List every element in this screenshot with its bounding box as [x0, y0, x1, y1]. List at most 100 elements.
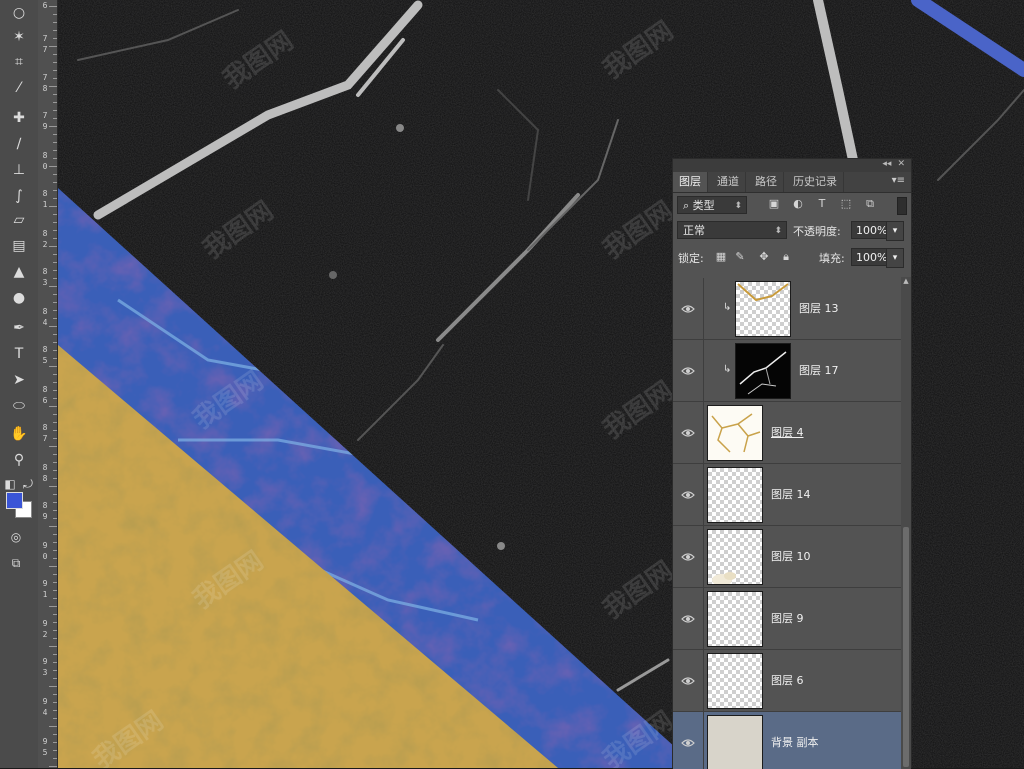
- ruler-tick: [53, 182, 57, 183]
- clone-stamp-tool-icon[interactable]: ⊥: [8, 160, 30, 180]
- visibility-eye-icon[interactable]: [673, 650, 704, 712]
- layer-row[interactable]: ↳ 图层 13: [673, 278, 901, 340]
- visibility-eye-icon[interactable]: [673, 340, 704, 402]
- layers-panel: ◂◂ ✕ 图层 通道 路径 历史记录 ▾≡ ⌕ 类型 ⬍ ▣ ◐ T ⬚ ⧉ 正常…: [672, 158, 912, 769]
- ruler-tick: [53, 462, 57, 463]
- layer-row[interactable]: 图层 14: [673, 464, 901, 526]
- visibility-eye-icon[interactable]: [673, 464, 704, 526]
- ruler-label: 9 1: [42, 579, 48, 599]
- lasso-tool-icon[interactable]: ○: [8, 3, 30, 23]
- foreground-color-swatch[interactable]: [6, 492, 23, 509]
- close-panel-icon[interactable]: ✕: [897, 159, 905, 169]
- filter-smart-object-icon[interactable]: ⧉: [863, 197, 877, 211]
- eyedropper-tool-icon[interactable]: ⁄: [8, 78, 30, 98]
- lock-position-icon[interactable]: ✥: [757, 250, 771, 264]
- eraser-tool-icon[interactable]: ▱: [8, 210, 30, 230]
- fill-input[interactable]: 100% ▾: [851, 248, 904, 268]
- spot-healing-tool-icon[interactable]: ✚: [8, 108, 30, 128]
- fill-value: 100%: [856, 251, 888, 264]
- ruler-label: 9 4: [42, 697, 48, 717]
- layer-thumbnail[interactable]: [707, 591, 763, 647]
- filter-row: ⌕ 类型 ⬍ ▣ ◐ T ⬚ ⧉: [673, 193, 911, 217]
- opacity-input[interactable]: 100% ▾: [851, 221, 904, 241]
- ruler-tick: [53, 38, 57, 39]
- lock-all-icon[interactable]: 🔒︎: [779, 250, 793, 264]
- layer-row[interactable]: 图层 6: [673, 650, 901, 712]
- visibility-eye-icon[interactable]: [673, 526, 704, 588]
- fill-slider-button[interactable]: ▾: [886, 248, 904, 268]
- layer-thumbnail[interactable]: [735, 343, 791, 399]
- ellipse-tool-icon[interactable]: ⬭: [8, 396, 30, 416]
- lock-transparent-pixels-icon[interactable]: ▦: [714, 250, 728, 264]
- filter-type-dropdown[interactable]: ⌕ 类型 ⬍: [677, 196, 747, 214]
- filter-shape-icon[interactable]: ⬚: [839, 197, 853, 211]
- layer-row[interactable]: ↳ 图层 17: [673, 340, 901, 402]
- gradient-tool-icon[interactable]: ▤: [8, 236, 30, 256]
- layer-row[interactable]: 图层 9: [673, 588, 901, 650]
- brush-tool-icon[interactable]: ∕: [8, 134, 30, 154]
- screen-mode-icon[interactable]: ⧉: [8, 553, 24, 573]
- filter-type-value: 类型: [692, 199, 715, 212]
- layer-name[interactable]: 图层 6: [771, 672, 804, 688]
- lock-image-pixels-icon[interactable]: ✎: [733, 250, 747, 264]
- layer-name[interactable]: 图层 13: [799, 300, 839, 316]
- blend-mode-dropdown[interactable]: 正常 ⬍: [677, 221, 787, 239]
- layer-row[interactable]: 背景 副本: [673, 712, 901, 769]
- visibility-eye-icon[interactable]: [673, 402, 704, 464]
- filter-pixel-icon[interactable]: ▣: [767, 197, 781, 211]
- tab-paths[interactable]: 路径: [749, 172, 784, 192]
- ruler-tick: [53, 694, 57, 695]
- swap-colors-icon[interactable]: ⤾: [20, 474, 36, 494]
- layer-name[interactable]: 背景 副本: [771, 734, 819, 750]
- default-colors-icon[interactable]: ◧: [2, 474, 18, 494]
- visibility-eye-icon[interactable]: [673, 712, 704, 769]
- pen-tool-icon[interactable]: ✒: [8, 318, 30, 338]
- collapse-icon[interactable]: ◂◂: [882, 159, 891, 169]
- layer-thumbnail[interactable]: [735, 281, 791, 337]
- scroll-up-arrow-icon[interactable]: ▲: [901, 277, 911, 289]
- ruler-tick: [53, 670, 57, 671]
- crop-tool-icon[interactable]: ⌗: [8, 52, 30, 72]
- ruler-tick: [53, 454, 57, 455]
- layer-thumbnail[interactable]: [707, 405, 763, 461]
- filter-toggle[interactable]: [897, 197, 907, 215]
- tab-layers[interactable]: 图层: [673, 172, 708, 192]
- filter-adjustment-icon[interactable]: ◐: [791, 197, 805, 211]
- ruler-tick: [53, 574, 57, 575]
- ruler-tick: [53, 582, 57, 583]
- panel-menu-icon[interactable]: ▾≡: [892, 175, 905, 186]
- quick-mask-icon[interactable]: ◎: [8, 527, 24, 547]
- layer-row[interactable]: 图层 4: [673, 402, 901, 464]
- layer-list-scrollbar[interactable]: ▲: [901, 277, 911, 769]
- history-brush-tool-icon[interactable]: ∫: [8, 186, 30, 206]
- blur-tool-icon[interactable]: ▲: [8, 262, 30, 282]
- visibility-eye-icon[interactable]: [673, 278, 704, 340]
- ruler-label: 9 5: [42, 737, 48, 757]
- ruler-tick: [53, 638, 57, 639]
- layer-thumbnail[interactable]: [707, 529, 763, 585]
- layer-thumbnail[interactable]: [707, 467, 763, 523]
- type-tool-icon[interactable]: T: [8, 344, 30, 364]
- opacity-slider-button[interactable]: ▾: [886, 221, 904, 241]
- zoom-tool-icon[interactable]: ⚲: [8, 450, 30, 470]
- scrollbar-thumb[interactable]: [903, 527, 909, 767]
- magic-wand-tool-icon[interactable]: ✶: [8, 27, 30, 47]
- layer-row[interactable]: 图层 10: [673, 526, 901, 588]
- layer-name[interactable]: 图层 17: [799, 362, 839, 378]
- visibility-eye-icon[interactable]: [673, 588, 704, 650]
- ruler-tick: [53, 470, 57, 471]
- tab-history[interactable]: 历史记录: [787, 172, 844, 192]
- layer-thumbnail[interactable]: [707, 715, 763, 769]
- ruler-tick: [53, 214, 57, 215]
- hand-tool-icon[interactable]: ✋: [8, 424, 30, 444]
- path-selection-tool-icon[interactable]: ➤: [8, 370, 30, 390]
- layer-name[interactable]: 图层 9: [771, 610, 804, 626]
- ruler-label: 7 8: [42, 73, 48, 93]
- dodge-tool-icon[interactable]: ●: [8, 288, 30, 308]
- layer-name[interactable]: 图层 4: [771, 424, 804, 440]
- layer-name[interactable]: 图层 14: [771, 486, 811, 502]
- layer-name[interactable]: 图层 10: [771, 548, 811, 564]
- filter-type-icon[interactable]: T: [815, 197, 829, 211]
- layer-thumbnail[interactable]: [707, 653, 763, 709]
- tab-channels[interactable]: 通道: [711, 172, 746, 192]
